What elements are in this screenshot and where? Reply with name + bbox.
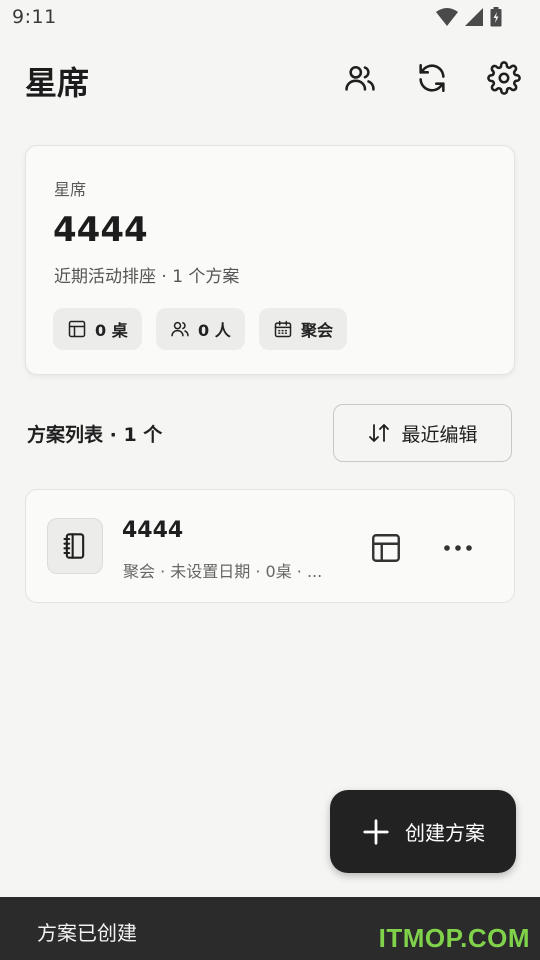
status-icons: [436, 7, 502, 27]
summary-subtitle: 近期活动排座 · 1 个方案: [54, 267, 240, 287]
sort-icon: [369, 424, 390, 442]
chip-guests-label: 0 人: [198, 321, 231, 340]
table-icon: [68, 320, 86, 338]
signal-icon: [465, 8, 483, 26]
chip-tables: 0 桌: [53, 308, 142, 350]
refresh-button[interactable]: [412, 58, 452, 98]
snackbar-message: 方案已创建: [37, 921, 137, 945]
people-icon: [171, 321, 189, 337]
notebook-icon: [63, 533, 85, 559]
chip-event-type: 聚会: [259, 308, 348, 350]
settings-icon: [487, 61, 521, 95]
chip-guests: 0 人: [156, 308, 245, 350]
chip-event-type-label: 聚会: [301, 321, 334, 340]
wifi-icon: [436, 8, 458, 26]
plan-meta: 聚会 · 未设置日期 · 0桌 · ...: [123, 562, 323, 581]
summary-title: 4444: [53, 210, 148, 250]
plan-name: 4444: [122, 518, 184, 543]
status-bar: 9:11: [0, 0, 540, 36]
create-plan-label: 创建方案: [405, 821, 485, 845]
table-icon: [372, 534, 400, 562]
more-horizontal-icon: [444, 545, 472, 551]
list-item[interactable]: 4444 聚会 · 未设置日期 · 0桌 · ...: [25, 489, 515, 603]
status-time: 9:11: [12, 6, 57, 28]
calendar-icon: [274, 320, 292, 338]
battery-icon: [490, 7, 502, 27]
guests-button[interactable]: [340, 58, 380, 98]
settings-button[interactable]: [484, 58, 524, 98]
app-title: 星席: [25, 64, 90, 102]
snackbar: 方案已创建 ITMOP.COM: [0, 897, 540, 960]
create-plan-button[interactable]: 创建方案: [330, 790, 516, 873]
people-icon: [345, 65, 375, 91]
more-options-button[interactable]: [438, 528, 478, 568]
watermark: ITMOP.COM: [378, 923, 530, 953]
summary-card: 星席 4444 近期活动排座 · 1 个方案 0 桌 0 人 聚会: [25, 145, 515, 375]
plus-icon: [363, 818, 389, 845]
open-table-button[interactable]: [366, 528, 406, 568]
list-header-title: 方案列表 · 1 个: [27, 424, 163, 446]
sort-button-label: 最近编辑: [401, 423, 478, 446]
plan-icon-box: [47, 518, 103, 574]
refresh-icon: [419, 63, 445, 93]
sort-button[interactable]: 最近编辑: [333, 404, 512, 462]
summary-overline: 星席: [54, 180, 87, 199]
chip-tables-label: 0 桌: [95, 321, 128, 340]
